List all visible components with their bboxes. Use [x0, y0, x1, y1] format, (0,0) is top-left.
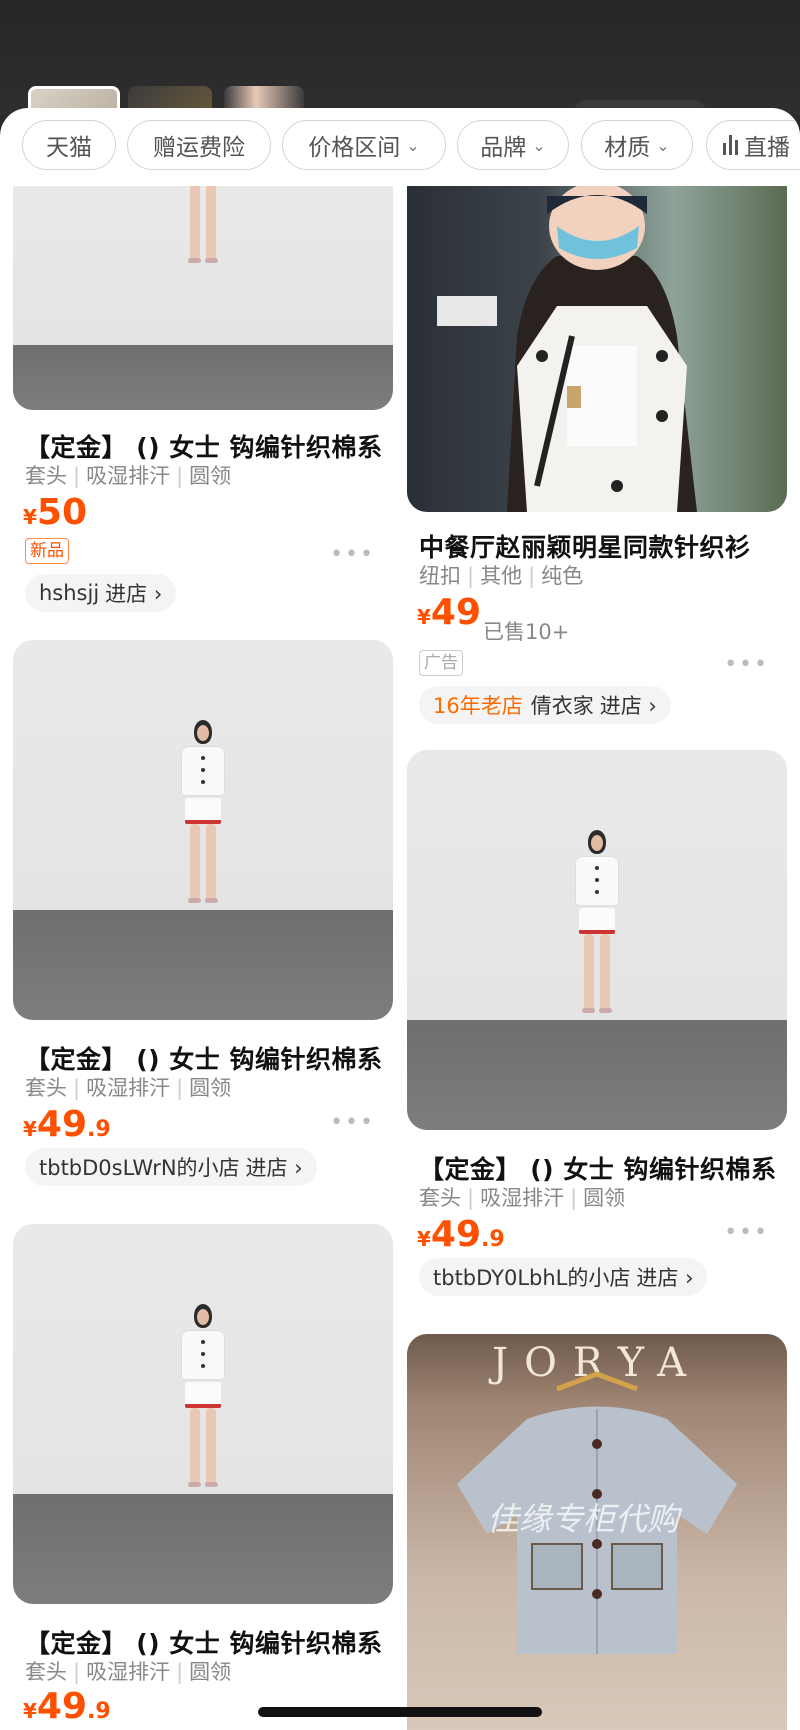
ad-badge: 广告 [419, 650, 463, 676]
enter-shop-label: 进店 › [105, 582, 163, 606]
shop-link[interactable]: tbtbDY0LbhL的小店 进店 › [419, 1258, 708, 1296]
enter-shop-label: 进店 › [245, 1156, 303, 1180]
product-image[interactable] [407, 750, 787, 1130]
shop-name: tbtbDY0LbhL的小店 [433, 1266, 631, 1290]
product-tags: 套头 | 吸湿排汗 | 圆领 [25, 1076, 232, 1100]
tag: 吸湿排汗 [86, 1076, 171, 1100]
tag: 套头 [419, 1186, 461, 1210]
shop-name: tbtbD0sLWrN的小店 [39, 1156, 240, 1180]
tag: 圆领 [189, 1076, 232, 1100]
product-price: ¥49.9 [23, 1686, 111, 1727]
tag: 吸湿排汗 [86, 1660, 171, 1684]
enter-shop-label: 进店 › [599, 694, 657, 718]
product-title: 【定金】 () 女士 钩编针织棉系 [25, 1045, 383, 1074]
tag: 其他 [480, 564, 523, 588]
more-options-icon[interactable]: ••• [724, 1220, 769, 1245]
shop-name: 倩衣家 [530, 694, 594, 718]
product-price: ¥49 [417, 592, 482, 633]
product-tags: 套头 | 吸湿排汗 | 圆领 [25, 464, 232, 488]
tag: 纯色 [541, 564, 584, 588]
product-image[interactable] [13, 186, 393, 410]
product-card[interactable]: 中餐厅赵丽颖明星同款针织衫 纽扣 | 其他 | 纯色 ¥49 已售10+ 广告 ••• … [407, 108, 787, 738]
product-image[interactable] [13, 1224, 393, 1604]
celebrity-photo [437, 186, 697, 512]
product-title: 【定金】 () 女士 钩编针织棉系 [25, 1629, 383, 1658]
tag: 圆领 [583, 1186, 626, 1210]
tag: 吸湿排汗 [86, 464, 171, 488]
tag: 套头 [25, 1660, 67, 1684]
product-image[interactable] [407, 186, 787, 512]
shop-link[interactable]: tbtbD0sLWrN的小店 进店 › [25, 1148, 317, 1186]
tag: 圆领 [189, 1660, 232, 1684]
shop-age-label: 16年老店 [433, 694, 523, 718]
product-price: ¥49.9 [417, 1214, 505, 1255]
tag: 套头 [25, 1076, 67, 1100]
product-card[interactable]: 【定金】 () 女士 钩编针织棉系 套头 | 吸湿排汗 | 圆领 ¥49.9 [13, 1224, 393, 1730]
shop-link[interactable]: 16年老店 倩衣家 进店 › [419, 686, 671, 724]
results-sheet: 天猫 赠运费险 价格区间 ⌄ 品牌 ⌄ 材质 ⌄ 直播 【定金】 () 女士 钩… [0, 108, 800, 1730]
home-indicator[interactable] [258, 1707, 542, 1717]
product-card[interactable]: 【定金】 () 女士 钩编针织棉系 套头 | 吸湿排汗 | 圆领 ¥49.9 ••• t… [407, 750, 787, 1310]
shop-link[interactable]: hshsjj 进店 › [25, 574, 177, 612]
product-card[interactable]: JORYA 佳缘专柜代购 [407, 1334, 787, 1730]
product-tags: 套头 | 吸湿排汗 | 圆领 [419, 1186, 626, 1210]
product-tags: 套头 | 吸湿排汗 | 圆领 [25, 1660, 232, 1684]
product-title: 中餐厅赵丽颖明星同款针织衫 [419, 533, 751, 562]
top-bar [0, 0, 800, 126]
shop-name: hshsjj [39, 581, 100, 605]
product-card[interactable]: 【定金】 () 女士 钩编针织棉系 套头 | 吸湿排汗 | 圆领 ¥50 新品 ••• … [13, 108, 393, 648]
tag: 套头 [25, 464, 67, 488]
product-price: ¥50 [23, 492, 88, 533]
new-badge: 新品 [25, 538, 69, 564]
product-card[interactable]: 【定金】 () 女士 钩编针织棉系 套头 | 吸湿排汗 | 圆领 ¥49.9 ••• t… [13, 640, 393, 1190]
tag: 纽扣 [419, 564, 461, 588]
product-tags: 纽扣 | 其他 | 纯色 [419, 564, 584, 588]
more-options-icon[interactable]: ••• [724, 652, 769, 677]
tag: 圆领 [189, 464, 232, 488]
product-image[interactable]: JORYA 佳缘专柜代购 [407, 1334, 787, 1730]
product-image[interactable] [13, 640, 393, 1020]
tag: 吸湿排汗 [480, 1186, 565, 1210]
sold-count: 已售10+ [483, 620, 570, 644]
more-options-icon[interactable]: ••• [330, 542, 375, 567]
product-title: 【定金】 () 女士 钩编针织棉系 [25, 433, 383, 462]
product-price: ¥49.9 [23, 1104, 111, 1145]
watermark-text: 佳缘专柜代购 [487, 1500, 680, 1538]
more-options-icon[interactable]: ••• [330, 1110, 375, 1135]
enter-shop-label: 进店 › [636, 1266, 694, 1290]
product-title: 【定金】 () 女士 钩编针织棉系 [419, 1155, 777, 1184]
